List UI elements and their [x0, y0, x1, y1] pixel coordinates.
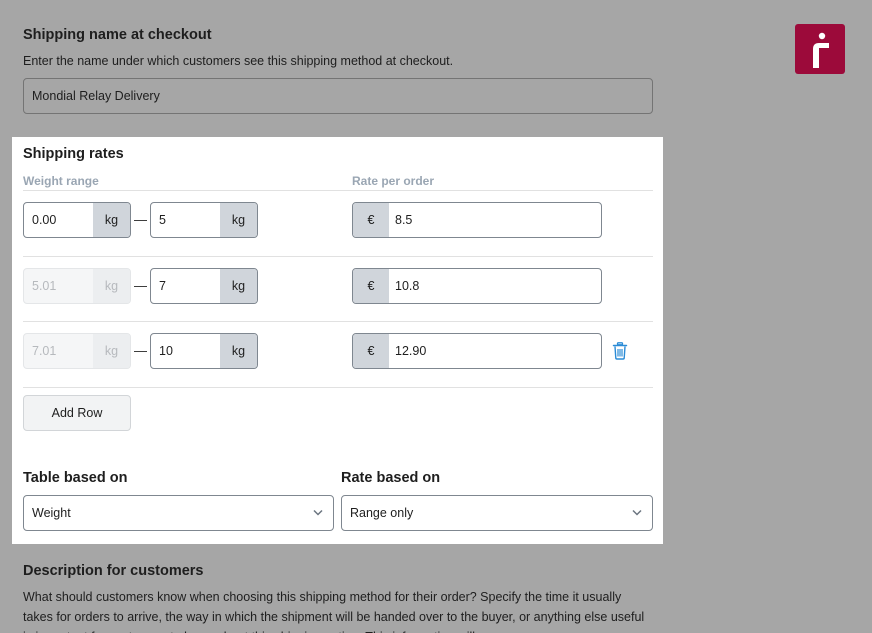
weight-from-field[interactable]: 0.00 kg — [23, 202, 131, 238]
weight-from-value[interactable]: 0.00 — [24, 203, 93, 237]
weight-from-field-disabled: 7.01 kg — [23, 333, 131, 369]
weight-from-value: 5.01 — [32, 279, 57, 293]
rate-based-on-select[interactable]: Range only — [341, 495, 653, 531]
header-divider — [23, 190, 653, 191]
rate-value[interactable]: 12.90 — [389, 334, 601, 368]
unit-label: kg — [93, 203, 130, 237]
range-dash: — — [134, 343, 147, 358]
row-divider — [23, 387, 653, 388]
range-dash: — — [134, 212, 147, 227]
rate-based-on-value: Range only — [350, 506, 414, 520]
table-based-on-label: Table based on — [23, 470, 128, 486]
rate-based-on-label: Rate based on — [341, 470, 441, 486]
weight-to-value[interactable]: 10 — [151, 334, 220, 368]
unit-label: kg — [220, 203, 257, 237]
table-based-on-select[interactable]: Weight — [23, 495, 334, 531]
shipping-name-title: Shipping name at checkout — [23, 27, 212, 43]
weight-from-field-disabled: 5.01 kg — [23, 268, 131, 304]
weight-from-value: 7.01 — [32, 344, 57, 358]
table-based-on-value: Weight — [32, 506, 71, 520]
description-text: What should customers know when choosing… — [23, 590, 645, 633]
weight-range-header: Weight range — [23, 174, 99, 188]
chevron-down-icon — [632, 509, 642, 516]
row-divider — [23, 256, 653, 257]
rate-per-order-header: Rate per order — [352, 174, 435, 188]
weight-to-field[interactable]: 5 kg — [150, 202, 258, 238]
weight-to-value[interactable]: 7 — [151, 269, 220, 303]
range-dash: — — [134, 278, 147, 293]
currency-label: € — [353, 334, 389, 368]
shipping-name-input[interactable]: Mondial Relay Delivery — [23, 78, 653, 114]
rate-field[interactable]: € 12.90 — [352, 333, 602, 369]
chevron-down-icon — [313, 509, 323, 516]
unit-label: kg — [93, 334, 130, 368]
weight-to-value[interactable]: 5 — [151, 203, 220, 237]
shipping-rates-panel: Shipping rates Weight range Rate per ord… — [12, 137, 663, 544]
unit-label: kg — [220, 334, 257, 368]
rate-value[interactable]: 8.5 — [389, 203, 601, 237]
row-divider — [23, 321, 653, 322]
weight-to-field[interactable]: 10 kg — [150, 333, 258, 369]
rate-field[interactable]: € 8.5 — [352, 202, 602, 238]
unit-label: kg — [93, 269, 130, 303]
shipping-rates-title: Shipping rates — [23, 146, 124, 162]
add-row-button[interactable]: Add Row — [23, 395, 131, 431]
currency-label: € — [353, 269, 389, 303]
rate-value[interactable]: 10.8 — [389, 269, 601, 303]
mondial-relay-logo — [795, 24, 845, 74]
unit-label: kg — [220, 269, 257, 303]
shipping-name-help: Enter the name under which customers see… — [23, 54, 454, 68]
weight-to-field[interactable]: 7 kg — [150, 268, 258, 304]
description-title: Description for customers — [23, 563, 204, 579]
currency-label: € — [353, 203, 389, 237]
rate-field[interactable]: € 10.8 — [352, 268, 602, 304]
trash-icon[interactable] — [612, 342, 628, 360]
